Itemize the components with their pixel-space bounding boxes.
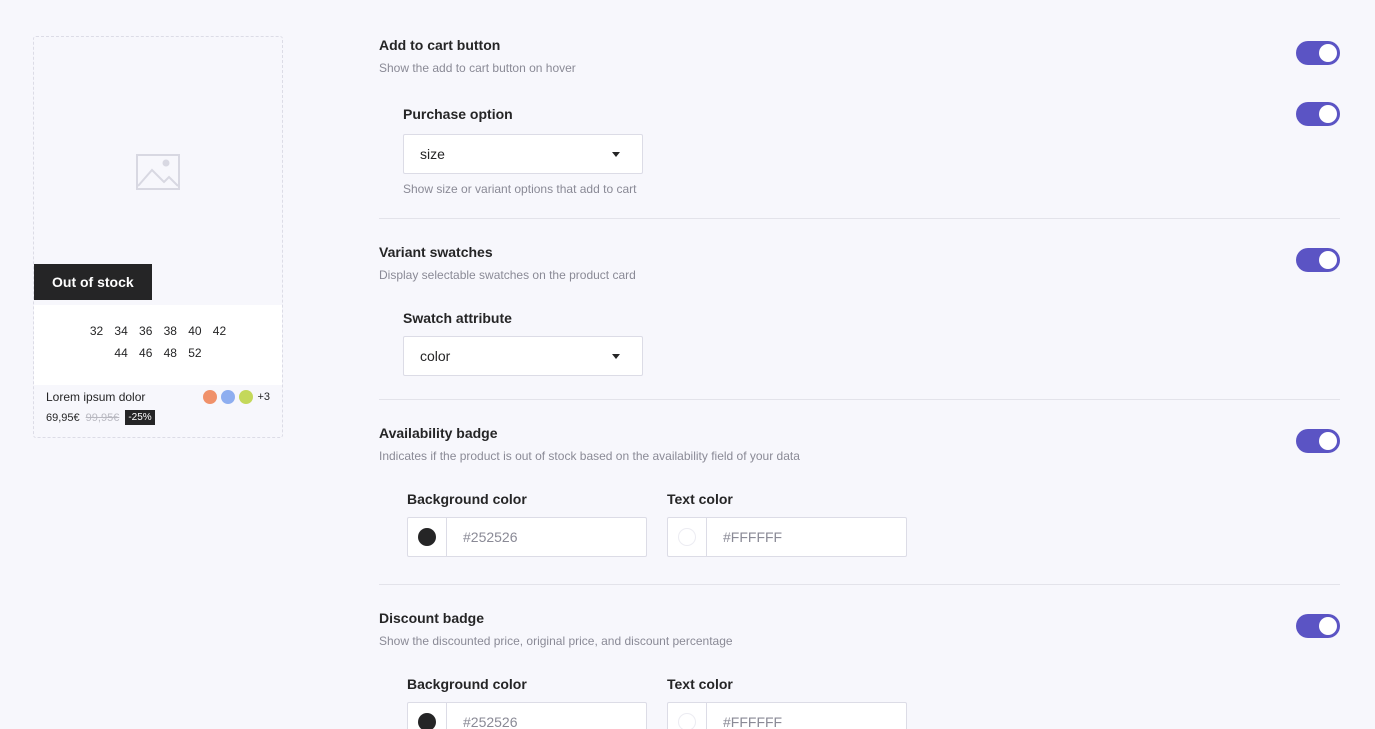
section-discount-badge: Discount badge Show the discounted price… xyxy=(379,585,1340,729)
swatch-attribute-label: Swatch attribute xyxy=(403,310,512,326)
purchase-option-hint: Show size or variant options that add to… xyxy=(403,182,637,196)
caret-down-icon xyxy=(612,353,620,359)
original-price: 99,95€ xyxy=(85,411,120,424)
background-color-input[interactable]: #252526 xyxy=(407,517,647,557)
size-option[interactable]: 32 xyxy=(84,324,109,338)
section-title: Add to cart button xyxy=(379,37,501,53)
color-picker-button[interactable] xyxy=(668,703,707,729)
caret-down-icon xyxy=(612,151,620,157)
swatch-more-count: +3 xyxy=(257,391,270,403)
text-color-field: Text color #FFFFFF xyxy=(667,491,907,557)
size-option[interactable]: 40 xyxy=(183,324,208,338)
discount-badge: -25% xyxy=(125,410,155,425)
text-color-input[interactable]: #FFFFFF xyxy=(667,517,907,557)
size-row-1: 32 34 36 38 40 42 xyxy=(34,324,282,338)
size-options-panel: 32 34 36 38 40 42 44 46 48 52 xyxy=(34,305,282,385)
product-name: Lorem ipsum dolor xyxy=(46,390,146,404)
color-picker-button[interactable] xyxy=(408,518,447,556)
section-title: Availability badge xyxy=(379,425,498,441)
section-availability-badge: Availability badge Indicates if the prod… xyxy=(379,400,1340,585)
size-option[interactable]: 34 xyxy=(109,324,134,338)
color-dot xyxy=(678,713,696,729)
product-info: Lorem ipsum dolor +3 69,95€ 99,95€ -25% xyxy=(34,385,282,437)
size-option[interactable]: 52 xyxy=(183,346,208,360)
text-color-field: Text color #FFFFFF xyxy=(667,676,907,729)
availability-badge-toggle[interactable] xyxy=(1296,429,1340,453)
size-option[interactable]: 36 xyxy=(133,324,158,338)
size-option[interactable]: 46 xyxy=(133,346,158,360)
section-description: Indicates if the product is out of stock… xyxy=(379,449,800,463)
color-hex-value[interactable]: #FFFFFF xyxy=(707,703,906,729)
section-add-to-cart: Add to cart button Show the add to cart … xyxy=(379,0,1340,219)
color-picker-button[interactable] xyxy=(408,703,447,729)
color-swatch[interactable] xyxy=(221,390,236,404)
size-option[interactable]: 44 xyxy=(109,346,134,360)
color-dot xyxy=(418,528,436,546)
size-option[interactable]: 48 xyxy=(158,346,183,360)
settings-panel: Add to cart button Show the add to cart … xyxy=(379,0,1340,729)
text-color-input[interactable]: #FFFFFF xyxy=(667,702,907,729)
size-option[interactable]: 42 xyxy=(207,324,232,338)
select-value: color xyxy=(420,348,451,364)
color-dot xyxy=(678,528,696,546)
section-description: Show the discounted price, original pric… xyxy=(379,634,733,648)
color-swatch[interactable] xyxy=(203,390,218,404)
color-hex-value[interactable]: #252526 xyxy=(447,703,646,729)
price-row: 69,95€ 99,95€ -25% xyxy=(46,410,155,425)
section-title: Variant swatches xyxy=(379,244,493,260)
add-to-cart-toggle[interactable] xyxy=(1296,41,1340,65)
color-hex-value[interactable]: #252526 xyxy=(447,518,646,556)
variant-swatches-toggle[interactable] xyxy=(1296,248,1340,272)
discount-badge-toggle[interactable] xyxy=(1296,614,1340,638)
section-variant-swatches: Variant swatches Display selectable swat… xyxy=(379,219,1340,400)
size-row-2: 44 46 48 52 xyxy=(34,346,282,360)
color-swatch[interactable] xyxy=(239,390,254,404)
color-dot xyxy=(418,713,436,729)
swatch-attribute-select[interactable]: color xyxy=(403,336,643,376)
color-hex-value[interactable]: #FFFFFF xyxy=(707,518,906,556)
purchase-option-label: Purchase option xyxy=(403,106,513,122)
out-of-stock-badge: Out of stock xyxy=(34,264,152,300)
select-value: size xyxy=(420,146,445,162)
purchase-option-toggle[interactable] xyxy=(1296,102,1340,126)
size-option[interactable]: 38 xyxy=(158,324,183,338)
text-color-label: Text color xyxy=(667,491,733,507)
color-picker-button[interactable] xyxy=(668,518,707,556)
current-price: 69,95€ xyxy=(46,411,80,424)
background-color-label: Background color xyxy=(407,676,527,692)
section-title: Discount badge xyxy=(379,610,485,626)
availability-color-group: Background color #252526 Text color #FFF… xyxy=(407,491,907,557)
purchase-option-select[interactable]: size xyxy=(403,134,643,174)
image-placeholder-icon xyxy=(136,154,180,190)
section-description: Show the add to cart button on hover xyxy=(379,61,576,75)
section-description: Display selectable swatches on the produ… xyxy=(379,268,636,282)
text-color-label: Text color xyxy=(667,676,733,692)
background-color-input[interactable]: #252526 xyxy=(407,702,647,729)
discount-color-group: Background color #252526 Text color #FFF… xyxy=(407,676,907,729)
background-color-field: Background color #252526 xyxy=(407,491,647,557)
background-color-field: Background color #252526 xyxy=(407,676,647,729)
background-color-label: Background color xyxy=(407,491,527,507)
swatch-list: +3 xyxy=(203,390,270,404)
product-card-preview: Out of stock 32 34 36 38 40 42 44 46 48 … xyxy=(33,36,283,438)
